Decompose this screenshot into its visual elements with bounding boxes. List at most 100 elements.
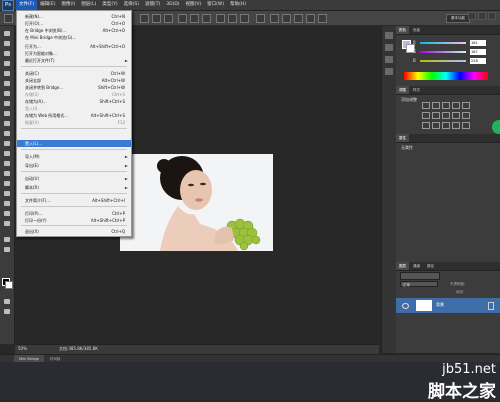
menu-layer[interactable]: 图层(L)	[78, 0, 99, 10]
vibrance-icon[interactable]	[462, 102, 470, 109]
color-balance-icon[interactable]	[432, 112, 440, 119]
menu-scripts[interactable]: 脚本(R) ►	[17, 184, 131, 191]
menu-recent-files[interactable]: 最近打开文件(T) ►	[17, 57, 131, 64]
menu-check-in[interactable]: 签入(I)...	[17, 105, 131, 112]
path-selection-tool-icon[interactable]	[3, 190, 11, 197]
menu-export[interactable]: 导出(E) ►	[17, 162, 131, 169]
shape-tool-icon[interactable]	[3, 200, 11, 207]
menu-open[interactable]: 打开(O)... Ctrl+O	[17, 20, 131, 27]
tab-styles[interactable]: 样式	[410, 86, 423, 94]
color-g-value[interactable]: 187	[470, 49, 486, 55]
minimize-icon[interactable]	[468, 12, 476, 20]
color-b-value[interactable]: 228	[470, 58, 486, 64]
eraser-tool-icon[interactable]	[3, 130, 11, 137]
layer-filter-dropdown[interactable]	[400, 272, 440, 280]
crop-tool-icon[interactable]	[3, 70, 11, 77]
menu-file[interactable]: 文件(F)	[16, 0, 38, 10]
menu-close-all[interactable]: 关闭全部 Alt+Ctrl+W	[17, 77, 131, 84]
healing-brush-tool-icon[interactable]	[3, 90, 11, 97]
history-brush-tool-icon[interactable]	[3, 120, 11, 127]
blend-mode-dropdown[interactable]: 正常	[400, 281, 438, 287]
menu-browse-bridge[interactable]: 在 Bridge 中浏览(B)... Alt+Ctrl+O	[17, 27, 131, 34]
3d-slide-icon[interactable]	[318, 14, 327, 23]
menu-help[interactable]: 帮助(H)	[227, 0, 249, 10]
auto-align-icon[interactable]	[256, 14, 265, 23]
align-bottom-icon[interactable]	[202, 14, 211, 23]
menu-edit[interactable]: 编辑(E)	[37, 0, 58, 10]
tab-properties[interactable]: 属性	[396, 134, 409, 142]
quick-mask-icon[interactable]	[3, 298, 11, 305]
menu-type[interactable]: 类型(Y)	[99, 0, 120, 10]
move-tool-icon[interactable]	[3, 30, 11, 37]
menu-browse-mini-bridge[interactable]: 在 Mini Bridge 中浏览(G)...	[17, 34, 131, 41]
black-white-icon[interactable]	[442, 112, 450, 119]
quick-select-tool-icon[interactable]	[3, 60, 11, 67]
menu-open-smart-object[interactable]: 打开为智能对象...	[17, 50, 131, 57]
workspace-dropdown[interactable]: 基本功能	[446, 14, 470, 23]
distribute-v-icon[interactable]	[240, 14, 249, 23]
3d-roll-icon[interactable]	[294, 14, 303, 23]
3d-object-tool-icon[interactable]	[3, 236, 11, 243]
color-r-value[interactable]: 181	[470, 40, 486, 46]
history-panel-icon[interactable]	[385, 32, 393, 39]
zoom-level[interactable]: 50%	[18, 346, 27, 351]
brush-tool-icon[interactable]	[3, 100, 11, 107]
3d-rotate-icon[interactable]	[282, 14, 291, 23]
exposure-icon[interactable]	[452, 102, 460, 109]
clone-stamp-tool-icon[interactable]	[3, 110, 11, 117]
menu-save-as[interactable]: 存储为(A)... Shift+Ctrl+S	[17, 98, 131, 105]
pen-tool-icon[interactable]	[3, 170, 11, 177]
menu-save-for-web[interactable]: 存储为 Web 所用格式... Alt+Shift+Ctrl+S	[17, 112, 131, 119]
menu-image[interactable]: 图像(I)	[58, 0, 78, 10]
menu-new[interactable]: 新建(N)... Ctrl+N	[17, 13, 131, 20]
eyedropper-tool-icon[interactable]	[3, 80, 11, 87]
menu-automate[interactable]: 自动(U) ►	[17, 175, 131, 182]
tab-paths[interactable]: 路径	[424, 262, 437, 270]
close-icon[interactable]	[488, 12, 496, 20]
layer-name[interactable]: 背景	[436, 302, 444, 308]
menu-exit[interactable]: 退出(X) Ctrl+Q	[17, 228, 131, 235]
color-g-slider[interactable]	[420, 51, 466, 53]
menu-close-go-bridge[interactable]: 关闭并转到 Bridge... Shift+Ctrl+W	[17, 84, 131, 91]
menu-close[interactable]: 关闭(C) Ctrl+W	[17, 70, 131, 77]
blur-tool-icon[interactable]	[3, 150, 11, 157]
hue-saturation-icon[interactable]	[422, 112, 430, 119]
menu-3d[interactable]: 3D(D)	[163, 0, 182, 10]
3d-pan-icon[interactable]	[306, 14, 315, 23]
document-photo[interactable]	[120, 154, 273, 251]
menu-select[interactable]: 选择(S)	[121, 0, 142, 10]
menu-filter[interactable]: 滤镜(T)	[142, 0, 163, 10]
menu-print-one[interactable]: 打印一份(Y) Alt+Shift+Ctrl+P	[17, 217, 131, 224]
layer-row[interactable]: 背景	[396, 298, 500, 313]
align-right-icon[interactable]	[164, 14, 173, 23]
brightness-contrast-icon[interactable]	[422, 102, 430, 109]
paragraph-panel-icon[interactable]	[385, 68, 393, 75]
tab-adjustments[interactable]: 调整	[396, 86, 409, 94]
levels-icon[interactable]	[432, 102, 440, 109]
menu-print[interactable]: 打印(P)... Ctrl+P	[17, 210, 131, 217]
3d-mode-icon[interactable]	[270, 14, 279, 23]
screen-mode-icon[interactable]	[3, 308, 11, 315]
character-panel-icon[interactable]	[385, 56, 393, 63]
color-spectrum-bar[interactable]	[404, 72, 488, 80]
tab-channels[interactable]: 通道	[410, 262, 423, 270]
zoom-tool-icon[interactable]	[3, 220, 11, 227]
lasso-tool-icon[interactable]	[3, 50, 11, 57]
selective-color-icon[interactable]	[462, 122, 470, 129]
marquee-tool-icon[interactable]	[3, 40, 11, 47]
properties-panel-icon[interactable]	[385, 44, 393, 51]
background-color-swatch[interactable]	[5, 281, 13, 289]
hand-tool-icon[interactable]	[3, 210, 11, 217]
align-left-icon[interactable]	[140, 14, 149, 23]
color-b-slider[interactable]	[420, 60, 466, 62]
photo-filter-icon[interactable]	[452, 112, 460, 119]
visibility-eye-icon[interactable]	[402, 303, 409, 309]
tab-layers[interactable]: 图层	[396, 262, 409, 270]
menu-view[interactable]: 视图(V)	[183, 0, 205, 10]
menu-import[interactable]: 导入(M) ►	[17, 153, 131, 160]
type-tool-icon[interactable]	[3, 180, 11, 187]
dodge-tool-icon[interactable]	[3, 160, 11, 167]
tab-swatches[interactable]: 色板	[410, 26, 423, 34]
menu-open-as[interactable]: 打开为... Alt+Shift+Ctrl+O	[17, 43, 131, 50]
distribute-h-icon[interactable]	[228, 14, 237, 23]
